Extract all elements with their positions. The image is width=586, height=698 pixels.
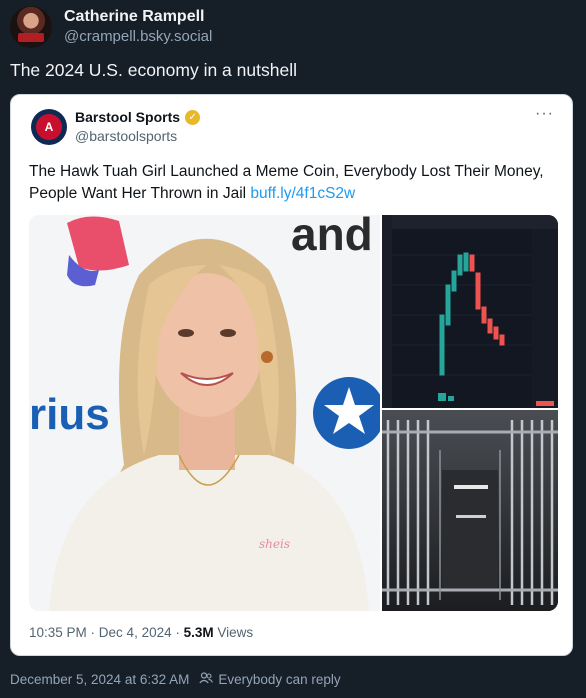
embed-time[interactable]: 10:35 PM [29,625,87,640]
embed-text: The Hawk Tuah Girl Launched a Meme Coin,… [29,161,549,205]
media-jail-cell[interactable] [382,410,558,611]
verified-badge-icon: ✓ [185,109,201,125]
author-handle[interactable]: @crampell.bsky.social [64,27,212,47]
author-avatar[interactable] [10,6,52,48]
photo-backdrop-text-left: rius [29,390,110,439]
embed-author-handle[interactable]: @barstoolsports [75,128,177,144]
embed-author-name[interactable]: Barstool Sports [75,109,180,125]
embedded-post[interactable]: A Barstool Sports ✓ @barstoolsports ··· … [10,94,573,656]
more-options-button[interactable]: ··· [535,105,554,123]
post-header: Catherine Rampell @crampell.bsky.social [10,6,212,48]
people-icon [199,672,214,687]
jail-illustration [382,410,558,611]
photo-backdrop-text-top: and [291,215,373,260]
candlestick-chart [382,215,558,408]
embed-link[interactable]: buff.ly/4f1cS2w [250,185,355,202]
media-photo-woman[interactable]: rius and sheis [29,215,380,611]
author-block: Catherine Rampell @crampell.bsky.social [64,7,212,47]
media-price-chart[interactable] [382,215,558,408]
embed-meta: 10:35 PM · Dec 4, 2024 · 5.3M Views [29,625,254,640]
author-name[interactable]: Catherine Rampell [64,7,212,27]
embed-date[interactable]: Dec 4, 2024 [99,625,172,640]
shirt-text: sheis [259,537,290,551]
post-footer: December 5, 2024 at 6:32 AM Everybody ca… [10,672,341,687]
embed-author-avatar[interactable]: A [31,109,67,145]
media-grid[interactable]: rius and sheis [29,215,558,611]
reply-setting[interactable]: Everybody can reply [218,672,340,687]
post-timestamp[interactable]: December 5, 2024 at 6:32 AM [10,672,189,687]
post-text: The 2024 U.S. economy in a nutshell [10,60,297,80]
embed-views-count: 5.3M [183,625,214,640]
embed-author-name-row[interactable]: Barstool Sports ✓ [75,109,201,125]
barstool-logo-icon: A [36,114,62,140]
embed-views-label: Views [217,625,254,640]
